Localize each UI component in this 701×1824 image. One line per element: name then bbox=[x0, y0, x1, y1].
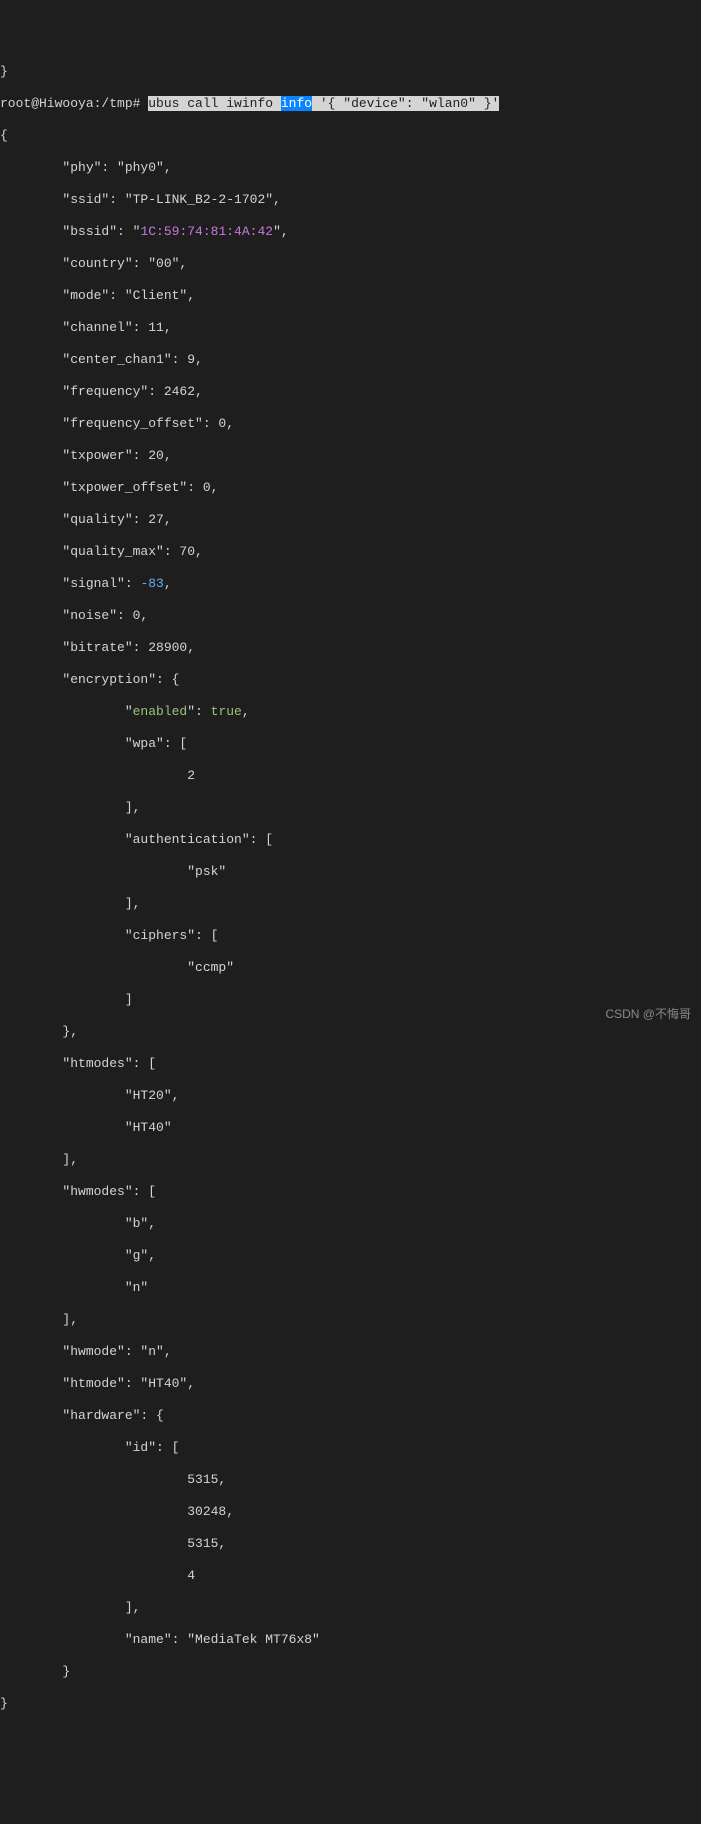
json-htmodes-v1: "HT20", bbox=[0, 1088, 701, 1104]
json-htmodes-close: ], bbox=[0, 1152, 701, 1168]
json-frequency-offset: "frequency_offset": 0, bbox=[0, 416, 701, 432]
json-id-v2: 30248, bbox=[0, 1504, 701, 1520]
json-id-v4: 4 bbox=[0, 1568, 701, 1584]
json-hw-name: "name": "MediaTek MT76x8" bbox=[0, 1632, 701, 1648]
bssid-value: 1C:59:74:81:4A:42 bbox=[140, 224, 273, 239]
json-txpower-offset: "txpower_offset": 0, bbox=[0, 480, 701, 496]
json-frequency: "frequency": 2462, bbox=[0, 384, 701, 400]
json-hwmodes-close: ], bbox=[0, 1312, 701, 1328]
json-auth-open: "authentication": [ bbox=[0, 832, 701, 848]
json-ciphers-close: ] bbox=[0, 992, 701, 1008]
json-hwmodes-open: "hwmodes": [ bbox=[0, 1184, 701, 1200]
json-ssid: "ssid": "TP-LINK_B2-2-1702", bbox=[0, 192, 701, 208]
json-encryption-open: "encryption": { bbox=[0, 672, 701, 688]
json-encryption-close: }, bbox=[0, 1024, 701, 1040]
json-close: } bbox=[0, 1696, 701, 1712]
json-id-v3: 5315, bbox=[0, 1536, 701, 1552]
prompt-line[interactable]: root@Hiwooya:/tmp# ubus call iwinfo info… bbox=[0, 96, 701, 112]
json-signal: "signal": -83, bbox=[0, 576, 701, 592]
json-hwmodes-v2: "g", bbox=[0, 1248, 701, 1264]
enabled-key: enabled bbox=[133, 704, 188, 719]
json-channel: "channel": 11, bbox=[0, 320, 701, 336]
json-id-close: ], bbox=[0, 1600, 701, 1616]
output-prev-close: } bbox=[0, 64, 701, 80]
json-txpower: "txpower": 20, bbox=[0, 448, 701, 464]
cmd-info-highlight: info bbox=[281, 96, 312, 111]
shell-prompt: root@Hiwooya:/tmp# bbox=[0, 96, 148, 111]
json-auth-val: "psk" bbox=[0, 864, 701, 880]
json-htmodes-open: "htmodes": [ bbox=[0, 1056, 701, 1072]
json-hwmodes-v1: "b", bbox=[0, 1216, 701, 1232]
json-wpa-close: ], bbox=[0, 800, 701, 816]
json-hwmode: "hwmode": "n", bbox=[0, 1344, 701, 1360]
json-ciphers-val: "ccmp" bbox=[0, 960, 701, 976]
watermark: CSDN @不悔哥 bbox=[605, 1006, 691, 1022]
json-wpa-open: "wpa": [ bbox=[0, 736, 701, 752]
json-center-chan1: "center_chan1": 9, bbox=[0, 352, 701, 368]
json-hwmodes-v3: "n" bbox=[0, 1280, 701, 1296]
enabled-value: true bbox=[211, 704, 242, 719]
json-id-open: "id": [ bbox=[0, 1440, 701, 1456]
json-noise: "noise": 0, bbox=[0, 608, 701, 624]
json-bssid: "bssid": "1C:59:74:81:4A:42", bbox=[0, 224, 701, 240]
json-open: { bbox=[0, 128, 701, 144]
json-quality: "quality": 27, bbox=[0, 512, 701, 528]
signal-value: -83 bbox=[140, 576, 163, 591]
json-htmode: "htmode": "HT40", bbox=[0, 1376, 701, 1392]
json-quality-max: "quality_max": 70, bbox=[0, 544, 701, 560]
json-bitrate: "bitrate": 28900, bbox=[0, 640, 701, 656]
json-hardware-close: } bbox=[0, 1664, 701, 1680]
json-auth-close: ], bbox=[0, 896, 701, 912]
json-ciphers-open: "ciphers": [ bbox=[0, 928, 701, 944]
json-hardware-open: "hardware": { bbox=[0, 1408, 701, 1424]
json-enabled: "enabled": true, bbox=[0, 704, 701, 720]
cmd-part1: ubus call iwinfo bbox=[148, 96, 281, 111]
json-mode: "mode": "Client", bbox=[0, 288, 701, 304]
cmd-part2: '{ "device": "wlan0" }' bbox=[312, 96, 499, 111]
json-country: "country": "00", bbox=[0, 256, 701, 272]
json-id-v1: 5315, bbox=[0, 1472, 701, 1488]
json-htmodes-v2: "HT40" bbox=[0, 1120, 701, 1136]
json-wpa-val: 2 bbox=[0, 768, 701, 784]
json-phy: "phy": "phy0", bbox=[0, 160, 701, 176]
